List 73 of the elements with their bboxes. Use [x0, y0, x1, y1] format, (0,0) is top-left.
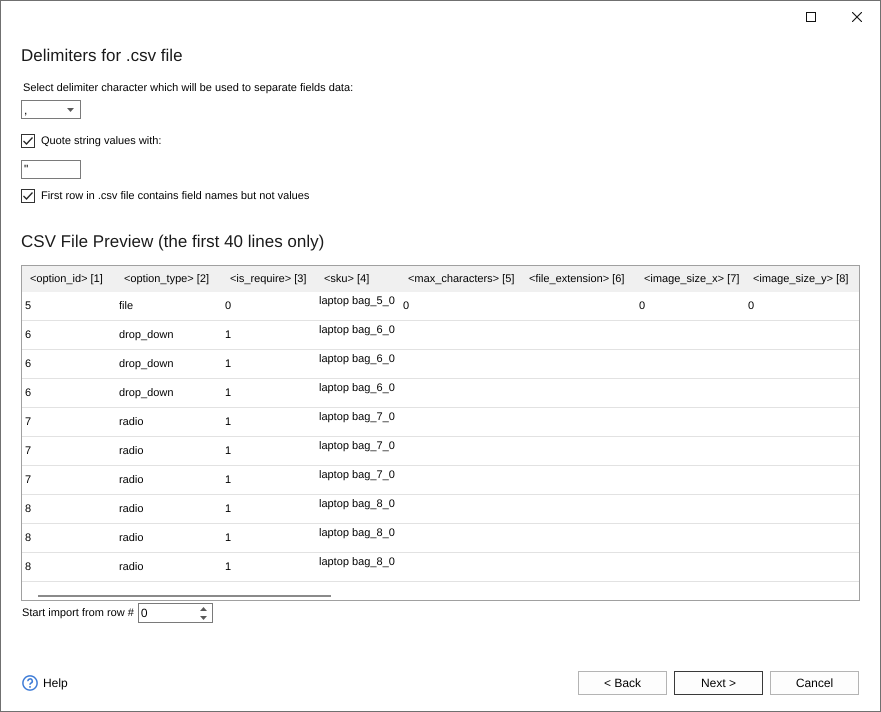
- table-cell-text: 8: [24, 503, 32, 515]
- help-link[interactable]: Help: [43, 676, 68, 690]
- wizard-button[interactable]: < Back: [578, 671, 667, 695]
- quote-char-field[interactable]: ": [21, 160, 81, 179]
- table-cell-text: 1: [224, 416, 232, 428]
- table-cell-text: radio: [118, 445, 144, 457]
- column-header: <max_characters> [5]: [407, 273, 516, 285]
- table-cell-text: 1: [224, 532, 232, 544]
- section-heading: CSV File Preview (the first 40 lines only): [21, 231, 324, 253]
- table-cell-text: 6: [24, 387, 32, 399]
- wizard-button[interactable]: Cancel: [770, 671, 859, 695]
- start-row-spinbox[interactable]: 0: [138, 603, 213, 623]
- checkbox[interactable]: [21, 134, 35, 148]
- table-cell-text: laptop bag_7_0: [318, 468, 396, 481]
- table-cell-text: 7: [24, 445, 32, 457]
- table-cell-text: drop_down: [118, 329, 174, 341]
- table-cell-text: laptop bag_7_0: [318, 410, 396, 423]
- table-cell-text: 0: [638, 300, 646, 312]
- section-heading: Delimiters for .csv file: [21, 46, 183, 66]
- caret-up-icon[interactable]: [200, 606, 207, 610]
- prompt-label: Select delimiter character which will be used to separate fields data:: [22, 81, 354, 95]
- start-row-label: Start import from row #: [22, 607, 134, 619]
- delimiter-dropdown[interactable]: ,: [21, 100, 81, 119]
- column-header: <option_id> [1]: [29, 273, 104, 285]
- table-cell-text: 7: [24, 474, 32, 486]
- wizard-button[interactable]: Next >: [674, 671, 763, 695]
- table-cell-text: 0: [402, 300, 410, 312]
- table-cell-text: file: [118, 300, 134, 312]
- table-cell-text: laptop bag_8_0: [318, 555, 396, 568]
- table-cell-text: 1: [224, 445, 232, 457]
- table-cell-text: drop_down: [118, 358, 174, 370]
- table-cell-text: laptop bag_6_0: [318, 352, 396, 365]
- table-cell-text: laptop bag_5_0: [318, 294, 396, 307]
- table-cell-text: radio: [118, 474, 144, 486]
- column-header: <image_size_x> [7]: [643, 273, 740, 285]
- table-cell-text: 0: [747, 300, 756, 312]
- checkbox-label[interactable]: Quote string values with:: [41, 135, 162, 147]
- table-cell-text: 1: [224, 474, 232, 486]
- table-cell-text: 6: [24, 329, 32, 341]
- table-cell-text: radio: [118, 503, 144, 515]
- table-cell-text: laptop bag_6_0: [318, 381, 396, 394]
- table-cell-text: radio: [118, 561, 144, 573]
- column-header: <image_size_y> [8]: [752, 273, 850, 285]
- column-header: <file_extension> [6]: [528, 273, 626, 285]
- maximize-icon[interactable]: [806, 12, 816, 22]
- table-cell-text: 0: [224, 300, 232, 312]
- table-cell-text: laptop bag_8_0: [318, 526, 396, 539]
- column-header: <option_type> [2]: [123, 273, 210, 285]
- table-cell-text: 1: [224, 561, 232, 573]
- table-cell-text: 1: [224, 329, 232, 341]
- table-cell-text: drop_down: [118, 387, 174, 399]
- table-cell-text: laptop bag_7_0: [318, 439, 396, 452]
- table-cell-text: 1: [224, 387, 232, 399]
- table-cell-text: radio: [118, 532, 144, 544]
- table-cell-text: 6: [24, 358, 32, 370]
- column-header: <is_require> [3]: [229, 273, 308, 285]
- scrollbar-thumb[interactable]: [38, 595, 331, 597]
- table-cell-text: 1: [224, 358, 232, 370]
- checkbox-label[interactable]: First row in .csv file contains field names but not values: [41, 190, 310, 202]
- caret-down-icon[interactable]: [67, 108, 74, 112]
- table-cell-text: 8: [24, 561, 32, 573]
- table-cell-text: 8: [24, 532, 32, 544]
- column-header: <sku> [4]: [323, 273, 370, 285]
- table-cell-text: laptop bag_6_0: [318, 323, 396, 336]
- checkbox[interactable]: [21, 189, 35, 203]
- caret-down-icon[interactable]: [200, 616, 207, 620]
- help-icon[interactable]: [22, 675, 38, 691]
- table-cell-text: 7: [24, 416, 32, 428]
- table-cell-text: radio: [118, 416, 144, 428]
- table-cell-text: laptop bag_8_0: [318, 497, 396, 510]
- table-cell-text: 1: [224, 503, 232, 515]
- close-icon[interactable]: [852, 12, 862, 22]
- table-cell-text: 5: [24, 300, 32, 312]
